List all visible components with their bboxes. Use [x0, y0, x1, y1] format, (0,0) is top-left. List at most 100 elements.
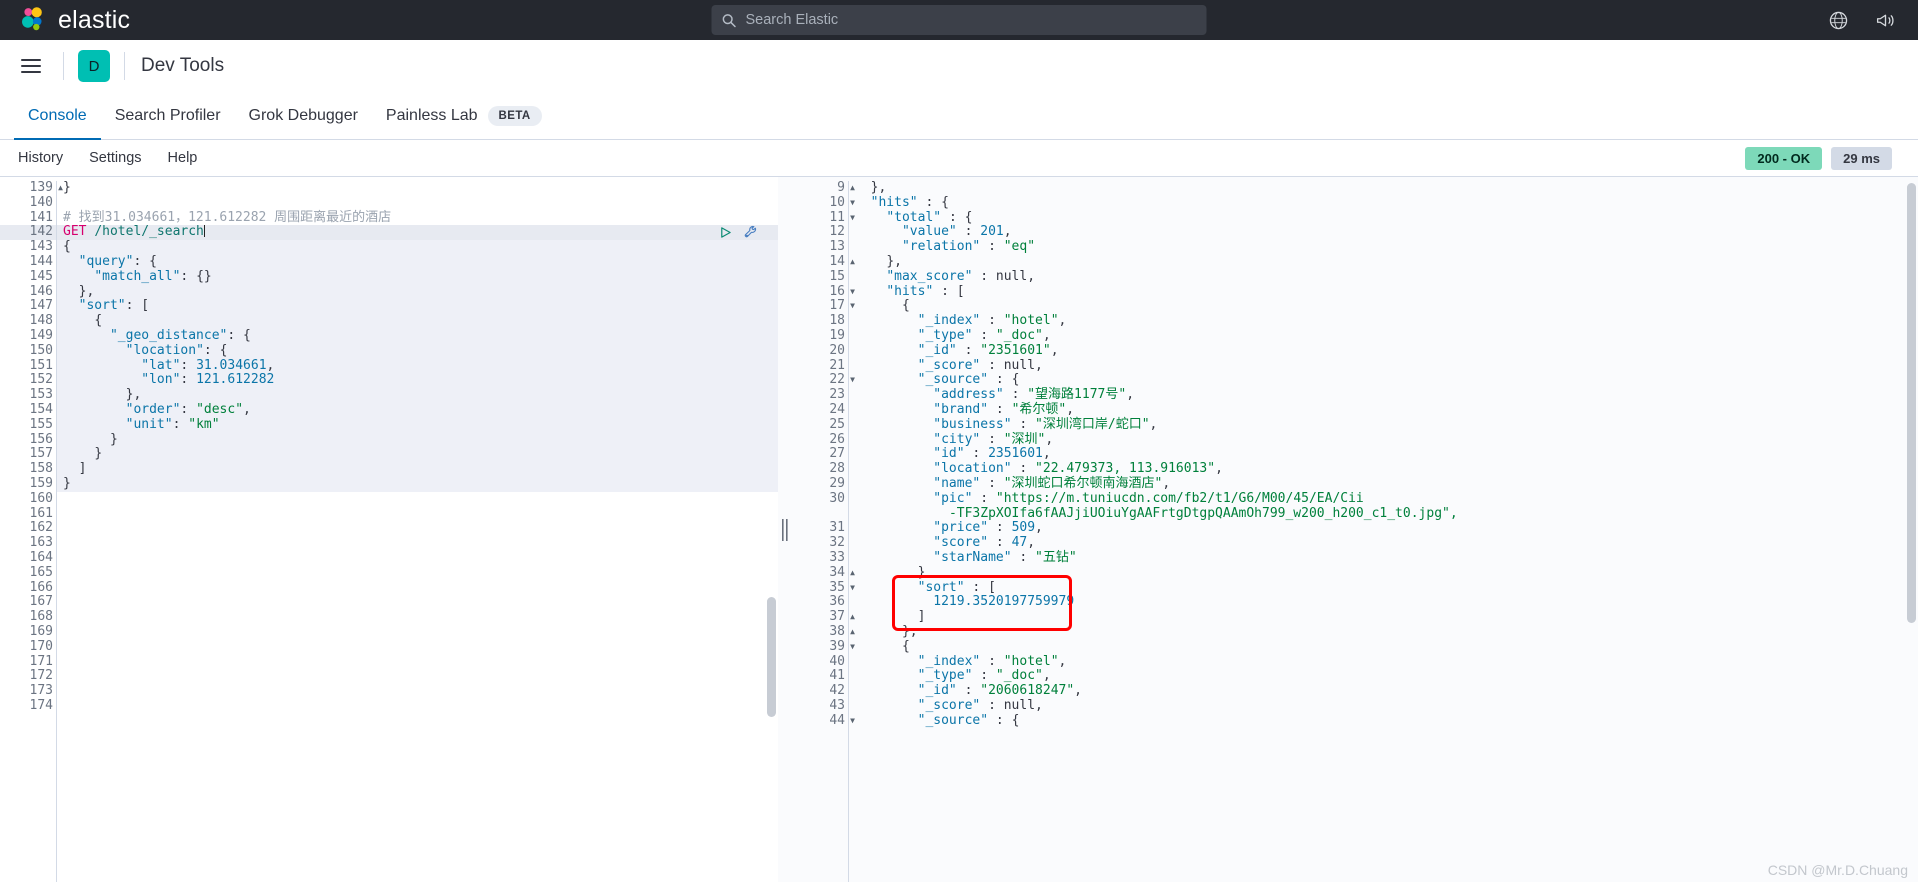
submenu-item-help[interactable]: Help [155, 150, 211, 166]
request-code-line[interactable] [57, 536, 778, 551]
request-code-line[interactable]: "sort": [ [57, 298, 778, 315]
request-line-number: 159▲ [29, 475, 63, 491]
request-code-line[interactable] [57, 595, 778, 610]
request-code-line[interactable] [57, 699, 778, 714]
elastic-brand[interactable]: elastic [0, 5, 130, 35]
request-actions[interactable] [719, 225, 758, 244]
request-line-number: 174 [29, 697, 53, 713]
request-code-line[interactable]: }, [57, 284, 778, 300]
request-line-number: 166 [29, 579, 53, 595]
request-line-number: 146▲ [29, 283, 63, 299]
global-search-input[interactable]: Search Elastic [711, 5, 1207, 35]
tab-grok-debugger[interactable]: Grok Debugger [235, 93, 372, 139]
response-code-line: "value" : 201, [901, 224, 1012, 240]
response-code-line: "price" : 509, [933, 520, 1043, 536]
request-line-number: 154 [29, 401, 53, 417]
request-code-line[interactable]: } [57, 446, 778, 463]
response-code-line: "location" : "22.479373, 113.916013", [933, 461, 1223, 477]
request-code-line[interactable] [57, 492, 778, 507]
request-editor-pane[interactable]: 139▲140141142143▼144▼145146▲147▼148▼149▼… [0, 177, 778, 882]
tab-console[interactable]: Console [14, 93, 101, 140]
response-status-group: 200 - OK 29 ms [1745, 146, 1904, 170]
response-code-line: "pic" : "https://m.tuniucdn.com/fb2/t1/G… [933, 490, 1364, 506]
request-code-line[interactable] [57, 521, 778, 536]
response-viewer-pane[interactable]: 9 ▲ 10 ▼ 11 ▼ 12 13 14 ▲ 15 16 ▼ 17 ▼ 18 19 20 21 22 ▼ 23 24 25… [792, 177, 1918, 882]
response-code-area[interactable]: 9 ▲ 10 ▼ 11 ▼ 12 13 14 ▲ 15 16 ▼ 17 ▼ 18 19 20 21 22 ▼ 23 24 25… [792, 177, 1918, 882]
response-line-number: 17 ▼ [829, 298, 855, 314]
request-code-line[interactable]: # 找到31.034661，121.612282 周围距离最近的酒店 [57, 210, 778, 226]
tab-painless-lab[interactable]: Painless Lab BETA [372, 93, 556, 139]
response-code-line: "id" : 2351601, [933, 446, 1051, 462]
request-code-line[interactable]: "query": { [57, 254, 778, 270]
submenu-item-history[interactable]: History [14, 150, 76, 166]
request-code-line[interactable] [57, 551, 778, 566]
request-line-number: 141 [29, 209, 53, 225]
page-title: Dev Tools [141, 55, 225, 76]
request-code-line[interactable]: "lat": 31.034661, [57, 358, 778, 374]
response-code-line: "starName" : "五钻" [933, 549, 1077, 565]
response-gutter: 9 ▲ 10 ▼ 11 ▼ 12 13 14 ▲ 15 16 ▼ 17 ▼ 18 19 20 21 22 ▼ 23 24 25… [792, 180, 855, 882]
request-line-number: 158▲ [29, 461, 63, 477]
request-code-line[interactable]: { [57, 239, 778, 255]
response-line-number: 38 ▲ [829, 623, 855, 639]
request-line-number: 164 [29, 549, 53, 565]
request-code-line[interactable] [57, 610, 778, 625]
request-code-line[interactable]: "location": { [57, 343, 778, 359]
response-code-line: "_source" : { [917, 712, 1020, 728]
request-code-line[interactable]: { [57, 313, 778, 329]
response-scrollbar[interactable] [1907, 183, 1916, 623]
request-scrollbar[interactable] [767, 597, 776, 717]
request-line-number: 150▼ [29, 342, 63, 358]
request-code-line[interactable]: "match_all": {} [57, 269, 778, 285]
request-code-line[interactable]: "unit": "km" [57, 417, 778, 433]
request-code-line[interactable] [57, 640, 778, 655]
request-code-line[interactable]: "order": "desc", [57, 402, 778, 418]
response-code-line: "relation" : "eq" [901, 239, 1036, 255]
request-code-line[interactable]: "lon": 121.612282 [57, 372, 778, 389]
watermark: CSDN @Mr.D.Chuang [1767, 862, 1908, 878]
request-code-line[interactable]: } [57, 432, 778, 448]
request-code-line[interactable]: } [57, 180, 778, 196]
response-line-number: 15 [829, 268, 845, 284]
header-divider-2 [124, 52, 125, 80]
hamburger-menu-icon[interactable] [13, 48, 49, 84]
space-avatar[interactable]: D [78, 50, 110, 82]
announcement-icon[interactable] [1875, 10, 1896, 31]
request-code-line[interactable]: }, [57, 387, 778, 403]
request-code-line[interactable]: "_geo_distance": { [57, 328, 778, 344]
request-code-line[interactable] [57, 684, 778, 699]
global-top-bar: elastic Search Elastic [0, 0, 1918, 40]
elastic-logo-icon [18, 5, 48, 35]
response-line-number: 14 ▲ [829, 253, 855, 269]
wrench-icon[interactable] [744, 225, 758, 244]
request-code-line[interactable]: } [57, 476, 778, 492]
response-line-number: 36 [829, 594, 845, 610]
request-code-line[interactable] [57, 669, 778, 684]
topbar-actions [1828, 10, 1918, 31]
response-line-number: 27 [829, 446, 845, 462]
request-line-number: 161 [29, 505, 53, 521]
request-code-line[interactable] [57, 507, 778, 522]
response-code-line: "hits" : { [870, 194, 949, 210]
response-line-number: 18 [829, 313, 845, 329]
request-code-line[interactable] [57, 655, 778, 670]
request-code-line[interactable] [57, 196, 778, 211]
request-code-body[interactable]: } # 找到31.034661，121.612282 周围距离最近的酒店 GET … [57, 180, 778, 882]
request-code-line[interactable] [57, 625, 778, 640]
response-code-line: { [901, 638, 910, 654]
request-line-number: 147▼ [29, 298, 63, 314]
play-triangle-icon[interactable] [719, 226, 732, 244]
request-code-line[interactable]: GET /hotel/_search [57, 224, 778, 241]
request-code-line[interactable]: ] [57, 461, 778, 477]
pane-resizer-handle[interactable] [778, 177, 792, 882]
response-code-line: "city" : "深圳", [933, 431, 1054, 447]
response-line-number: 9 ▲ [837, 180, 855, 195]
request-code-line[interactable] [57, 566, 778, 581]
request-code-line[interactable] [57, 581, 778, 596]
request-code-area[interactable]: 139▲140141142143▼144▼145146▲147▼148▼149▼… [0, 177, 778, 882]
tab-search-profiler[interactable]: Search Profiler [101, 93, 235, 139]
submenu-item-settings[interactable]: Settings [76, 150, 154, 166]
help-circle-icon[interactable] [1828, 10, 1849, 31]
request-line-number: 139 ▲ [29, 180, 63, 195]
response-line-number: 28 [829, 461, 845, 477]
